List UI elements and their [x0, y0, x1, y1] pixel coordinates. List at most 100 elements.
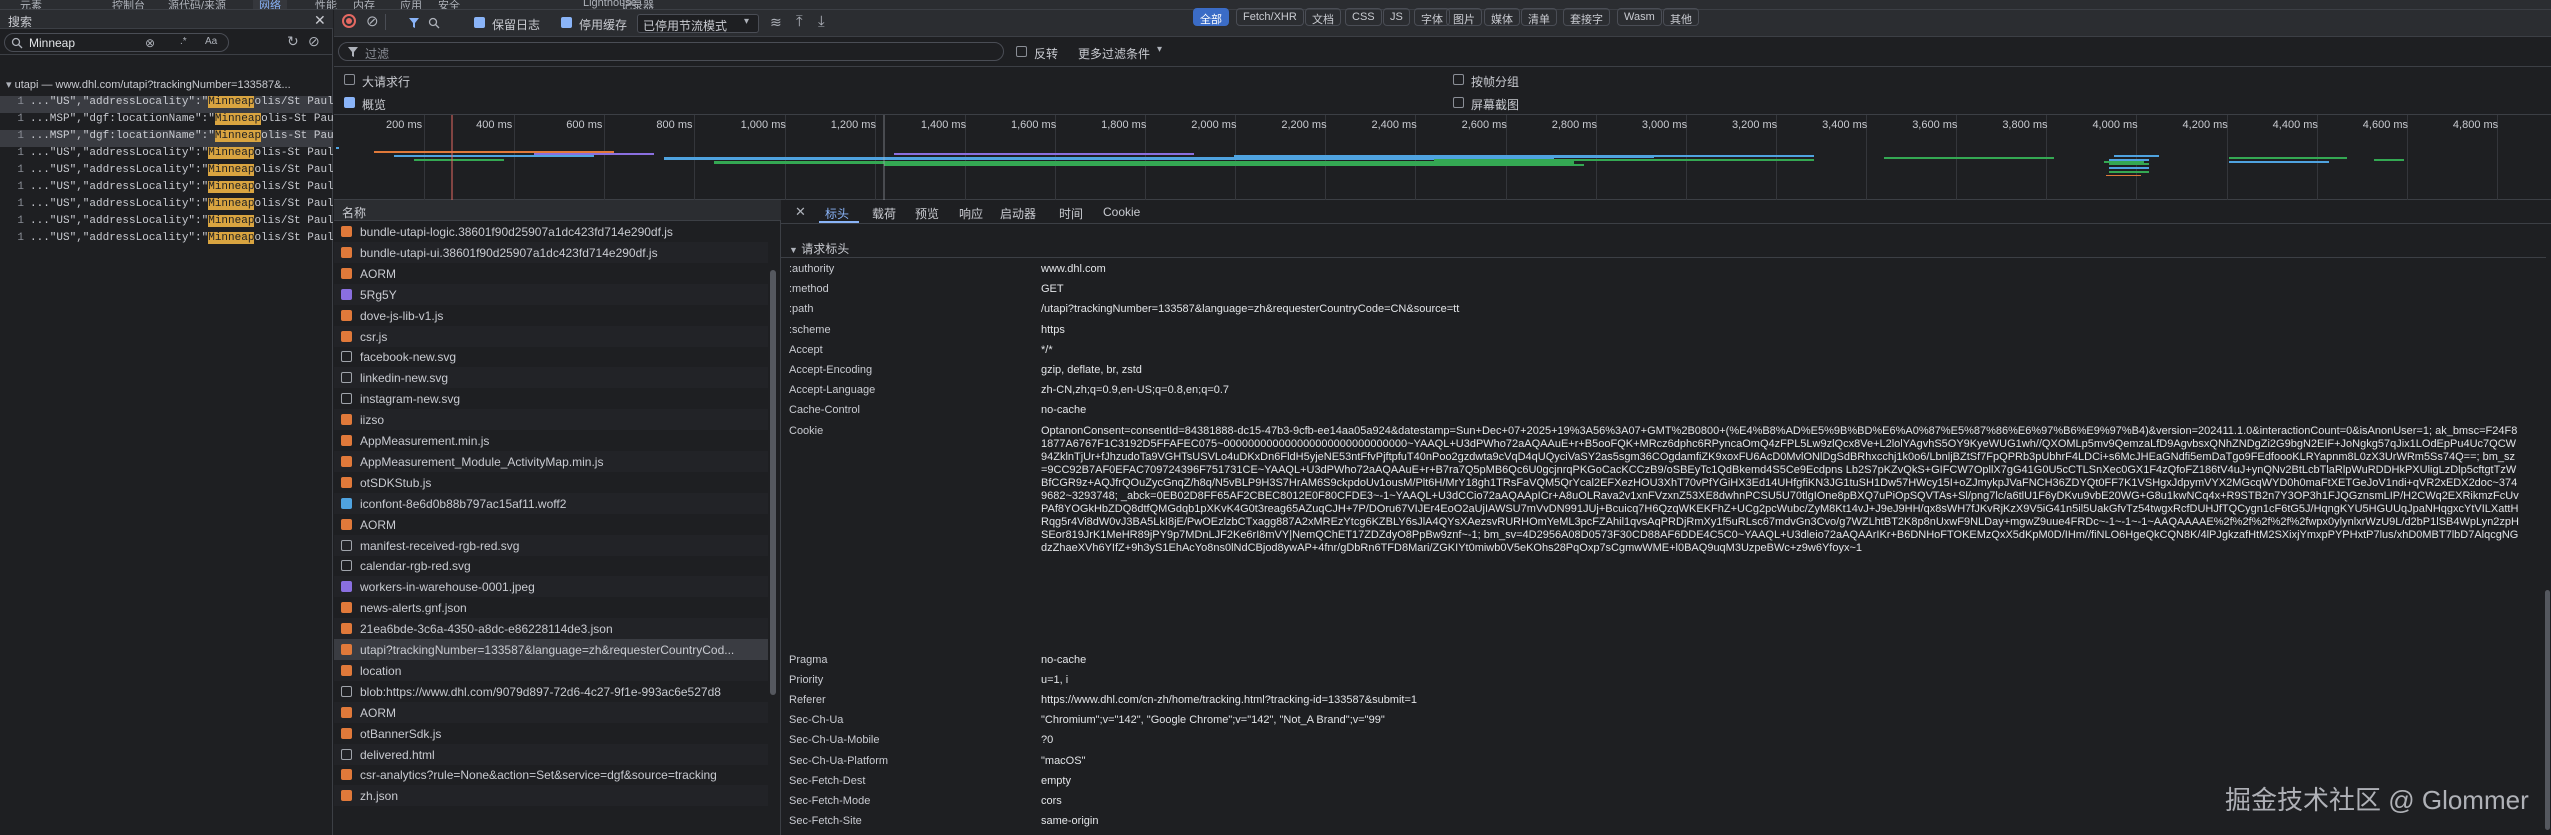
- group-by-frame-checkbox[interactable]: [1453, 74, 1464, 85]
- throttling-select[interactable]: 已停用节流模式 ▾: [637, 14, 759, 33]
- request-row[interactable]: manifest-received-rgb-red.svg: [334, 534, 768, 556]
- tab-3[interactable]: 网络: [253, 0, 287, 9]
- details-tab-5[interactable]: 时间: [1059, 205, 1083, 222]
- request-row[interactable]: utapi?trackingNumber=133587&language=zh&…: [334, 639, 768, 660]
- close-icon[interactable]: ✕: [314, 12, 326, 29]
- network-overview-timeline[interactable]: 200 ms 400 ms 600 ms 800 ms 1,000 ms 1,200 ms…: [334, 115, 2551, 200]
- scrollbar-thumb[interactable]: [2545, 590, 2550, 830]
- record-icon[interactable]: [342, 14, 356, 28]
- filter-input[interactable]: 过滤: [338, 42, 1004, 61]
- clear-results-icon[interactable]: ⊘: [308, 33, 320, 50]
- name-column-header[interactable]: 名称: [342, 204, 366, 221]
- tab-2[interactable]: 源代码/来源: [168, 0, 226, 9]
- search-result-row[interactable]: 1 ..."US","addressLocality":"Minneapolis/…: [0, 164, 333, 181]
- filter-chip-1[interactable]: Fetch/XHR: [1236, 8, 1304, 26]
- request-row[interactable]: dove-js-lib-v1.js: [334, 305, 768, 326]
- js-file-icon: [341, 330, 352, 342]
- request-row[interactable]: bundle-utapi-ui.38601f90d25907a1dc423fd7…: [334, 241, 768, 263]
- search-result-row[interactable]: 1 ..."US","addressLocality":"Minneapolis/…: [0, 232, 333, 249]
- scrollbar-thumb[interactable]: [770, 270, 776, 695]
- request-row[interactable]: otSDKStub.js: [334, 472, 768, 493]
- request-row[interactable]: blob:https://www.dhl.com/9079d897-72d6-4…: [334, 681, 768, 702]
- details-tab-2[interactable]: 预览: [915, 205, 939, 222]
- filter-chip-8[interactable]: 清单: [1521, 8, 1557, 26]
- request-row[interactable]: AppMeasurement_Module_ActivityMap.min.js: [334, 450, 768, 472]
- request-row[interactable]: csr.js: [334, 325, 768, 347]
- details-tab-1[interactable]: 载荷: [872, 205, 896, 222]
- close-icon[interactable]: ✕: [795, 204, 806, 220]
- filter-chip-6[interactable]: 图片: [1446, 8, 1482, 26]
- regex-toggle-icon[interactable]: .*: [180, 36, 187, 47]
- request-row[interactable]: csr-analytics?rule=None&action=Set&servi…: [334, 764, 768, 785]
- tab-0[interactable]: 元素: [20, 0, 42, 9]
- big-request-rows-checkbox[interactable]: [344, 74, 355, 85]
- filter-chip-9[interactable]: 套接字: [1563, 8, 1610, 26]
- filter-chip-5[interactable]: 字体: [1414, 8, 1450, 26]
- tab-4[interactable]: 性能: [315, 0, 337, 9]
- invert-checkbox[interactable]: [1016, 46, 1027, 57]
- request-row[interactable]: workers-in-warehouse-0001.jpeg: [334, 576, 768, 598]
- filter-chip-10[interactable]: Wasm: [1617, 8, 1662, 26]
- clear-search-icon[interactable]: ⊗: [145, 36, 155, 50]
- request-name: manifest-received-rgb-red.svg: [360, 538, 520, 553]
- search-input[interactable]: Minneap ⊗ .* Aa: [4, 33, 229, 52]
- screenshots-checkbox[interactable]: [1453, 97, 1464, 108]
- search-icon[interactable]: [428, 17, 440, 29]
- header-value: no-cache: [1041, 653, 1087, 666]
- request-row[interactable]: calendar-rgb-red.svg: [334, 555, 768, 576]
- request-row[interactable]: linkedin-new.svg: [334, 367, 768, 389]
- tab-5[interactable]: 内存: [353, 0, 375, 9]
- tab-6[interactable]: 应用: [400, 0, 422, 9]
- request-row[interactable]: facebook-new.svg: [334, 346, 768, 367]
- request-row[interactable]: otBannerSdk.js: [334, 723, 768, 744]
- search-result-row[interactable]: 1 ..."US","addressLocality":"Minneapolis/…: [0, 198, 333, 215]
- request-row[interactable]: delivered.html: [334, 743, 768, 765]
- details-tab-0[interactable]: 标头: [825, 205, 849, 222]
- js-file-icon: [341, 246, 352, 258]
- tab-9[interactable]: 记录器: [621, 0, 654, 9]
- details-tab-6[interactable]: Cookie: [1103, 205, 1140, 219]
- search-result-row[interactable]: 1 ..."US","addressLocality":"Minneapolis/…: [0, 181, 333, 198]
- filter-icon[interactable]: [408, 17, 420, 29]
- request-row[interactable]: location: [334, 659, 768, 681]
- filter-chip-7[interactable]: 媒体: [1484, 8, 1520, 26]
- details-tab-3[interactable]: 响应: [959, 205, 983, 222]
- tab-1[interactable]: 控制台: [112, 0, 145, 9]
- search-result-row[interactable]: 1 ...MSP","dgf:locationName":"Minneapolis…: [0, 130, 333, 147]
- import-har-icon[interactable]: ⤒: [796, 13, 803, 30]
- disable-cache-checkbox[interactable]: [561, 17, 572, 28]
- request-row[interactable]: AORM: [334, 701, 768, 723]
- match-case-toggle-icon[interactable]: Aa: [205, 36, 217, 47]
- request-row[interactable]: bundle-utapi-logic.38601f90d25907a1dc423…: [334, 221, 768, 242]
- more-filters-dropdown[interactable]: 更多过滤条件 ▾: [1074, 43, 1171, 61]
- request-row[interactable]: 21ea6bde-3c6a-4350-a8dc-e86228114de3.jso…: [334, 618, 768, 640]
- search-result-row[interactable]: 1 ..."US","addressLocality":"Minneapolis/…: [0, 96, 333, 113]
- request-headers-section[interactable]: ▼ 请求标头: [789, 240, 849, 257]
- tab-7[interactable]: 安全: [438, 0, 460, 9]
- search-result-row[interactable]: 1 ...MSP","dgf:locationName":"Minneapolis…: [0, 113, 333, 130]
- request-row[interactable]: iconfont-8e6d0b88b797ac15af11.woff2: [334, 492, 768, 514]
- filter-chip-4[interactable]: JS: [1383, 8, 1410, 26]
- overview-checkbox[interactable]: [344, 97, 355, 108]
- refresh-icon[interactable]: ↻: [287, 33, 299, 50]
- clear-log-icon[interactable]: ⊘: [366, 12, 379, 30]
- request-row[interactable]: instagram-new.svg: [334, 388, 768, 409]
- request-row[interactable]: news-alerts.gnf.json: [334, 597, 768, 618]
- network-conditions-icon[interactable]: ≋: [770, 14, 782, 31]
- details-tab-4[interactable]: 启动器: [1000, 205, 1036, 222]
- request-row[interactable]: AppMeasurement.min.js: [334, 430, 768, 451]
- export-har-icon[interactable]: ⤓: [818, 13, 825, 30]
- request-row[interactable]: AORM: [334, 263, 768, 284]
- filter-chip-3[interactable]: CSS: [1345, 8, 1382, 26]
- request-row[interactable]: AORM: [334, 514, 768, 535]
- result-group-header[interactable]: ▾ utapi — www.dhl.com/utapi?trackingNumb…: [6, 78, 331, 91]
- filter-chip-0[interactable]: 全部: [1193, 8, 1229, 26]
- search-result-row[interactable]: 1 ..."US","addressLocality":"Minneapolis-…: [0, 147, 333, 164]
- filter-chip-11[interactable]: 其他: [1663, 8, 1699, 26]
- preserve-log-checkbox[interactable]: [474, 17, 485, 28]
- filter-chip-2[interactable]: 文档: [1305, 8, 1341, 26]
- search-result-row[interactable]: 1 ..."US","addressLocality":"Minneapolis/…: [0, 215, 333, 232]
- request-row[interactable]: 5Rg5Y: [334, 283, 768, 305]
- request-row[interactable]: zh.json: [334, 785, 768, 807]
- request-row[interactable]: iizso: [334, 409, 768, 431]
